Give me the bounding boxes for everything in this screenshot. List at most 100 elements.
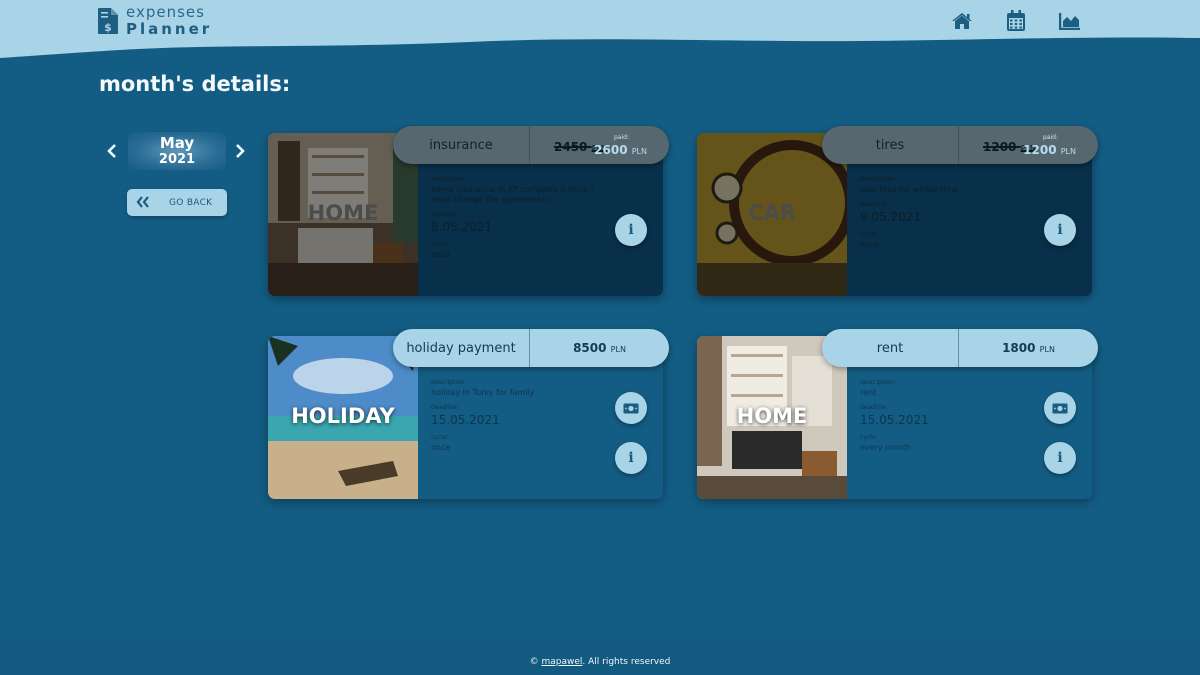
- month-name: May: [159, 134, 195, 152]
- expense-details: description: new tires for winter-time d…: [860, 175, 1040, 255]
- page-title: month's details:: [99, 72, 291, 96]
- month-year: 2021: [158, 152, 196, 167]
- logo-title-line2: Planner: [126, 20, 213, 38]
- paid-amount: 2600: [594, 143, 628, 157]
- app-logo[interactable]: $ expenses Planner: [98, 4, 212, 38]
- description-label: description:: [431, 176, 467, 183]
- description-value: rent: [860, 388, 877, 397]
- month-picker: May 2021: [102, 128, 252, 174]
- pay-button[interactable]: [1044, 392, 1076, 424]
- deadline-label: deadline:: [431, 211, 459, 218]
- currency: PLN: [631, 147, 647, 156]
- deadline-label: deadline:: [431, 404, 459, 411]
- expense-amount-pill: holiday payment 8500 PLN: [393, 329, 669, 367]
- expense-amount-pill: insurance 2450 PLN paid: 2600 PLN: [393, 126, 669, 164]
- info-icon: i: [628, 222, 634, 238]
- expense-amount-pill: tires 1200 PLN paid: 1200 PLN: [822, 126, 1098, 164]
- info-button[interactable]: i: [615, 442, 647, 474]
- expense-details: description: holiday in Turky for family…: [431, 378, 611, 458]
- chart-icon: [1059, 13, 1080, 30]
- paid-amount-wrap: 1200 PLN: [1023, 143, 1076, 157]
- cycle-value: every month: [860, 443, 912, 452]
- nav-chart-button[interactable]: [1056, 8, 1084, 34]
- expense-card: HOME rent 1800 PLN description: rent dea…: [697, 329, 1098, 499]
- copyright-symbol: ©: [529, 657, 539, 667]
- cycle-value: once: [431, 250, 451, 259]
- amount-wrap: 8500 PLN: [530, 341, 669, 355]
- go-back-button[interactable]: GO BACK: [127, 189, 227, 216]
- cycle-label: cycle:: [860, 434, 878, 441]
- chevron-left-icon: [107, 144, 116, 158]
- description-label: description:: [860, 379, 896, 386]
- calendar-icon: [1007, 10, 1025, 31]
- planned-amount: 2450: [554, 140, 588, 154]
- category-label: HOME: [736, 404, 808, 428]
- previous-month-button[interactable]: [104, 142, 120, 160]
- info-button[interactable]: i: [615, 214, 647, 246]
- paid-amount-wrap: 2600 PLN: [594, 143, 647, 157]
- info-icon: i: [628, 450, 634, 466]
- invoice-dollar-icon: $: [98, 8, 118, 34]
- expense-name: insurance: [393, 126, 530, 164]
- deadline-label: deadline:: [860, 201, 888, 208]
- description-value: home insuracne in XY company (I think I …: [431, 185, 594, 204]
- category-label: HOLIDAY: [291, 404, 395, 428]
- expense-card: HOME insurance 2450 PLN paid: 2600 PLN d…: [268, 126, 669, 296]
- description-label: description:: [860, 176, 896, 183]
- deadline-value: 15.05.2021: [860, 413, 929, 427]
- expense-card: CAR tires 1200 PLN paid: 1200 PLN descri…: [697, 126, 1098, 296]
- paid-label: paid:: [614, 134, 629, 141]
- currency: PLN: [1060, 147, 1076, 156]
- planned-amount: 1800: [1002, 341, 1036, 355]
- expense-details: description: rent deadline: 15.05.2021 c…: [860, 378, 1040, 458]
- amount-wrap: 1800 PLN: [959, 341, 1098, 355]
- description-value: new tires for winter-time: [860, 185, 959, 194]
- category-label: HOME: [307, 201, 379, 225]
- category-label: CAR: [748, 201, 796, 225]
- info-icon: i: [1057, 450, 1063, 466]
- info-icon: i: [1057, 222, 1063, 238]
- nav-home-button[interactable]: [948, 8, 976, 34]
- author-link[interactable]: mapawel: [541, 657, 582, 667]
- rights-text: . All rights reserved: [582, 657, 671, 667]
- next-month-button[interactable]: [232, 142, 248, 160]
- expense-name: holiday payment: [393, 329, 530, 367]
- cycle-value: once: [431, 443, 451, 452]
- money-bill-icon: [1052, 403, 1068, 413]
- expense-name: rent: [822, 329, 959, 367]
- paid-label: paid:: [1043, 134, 1058, 141]
- cycle-label: cycle:: [431, 241, 449, 248]
- deadline-value: 15.05.2021: [431, 413, 500, 427]
- currency: PLN: [1039, 345, 1055, 354]
- footer: © mapawel. All rights reserved: [0, 640, 1200, 675]
- planned-amount: 1200: [983, 140, 1017, 154]
- description-label: description:: [431, 379, 467, 386]
- info-button[interactable]: i: [1044, 442, 1076, 474]
- expense-amount-pill: rent 1800 PLN: [822, 329, 1098, 367]
- chevron-right-icon: [236, 144, 245, 158]
- expense-card: HOLIDAY holiday payment 8500 PLN descrip…: [268, 329, 669, 499]
- main-nav: [948, 8, 1084, 34]
- month-display: May 2021: [128, 132, 226, 170]
- paid-amount: 1200: [1023, 143, 1057, 157]
- planned-amount: 8500: [573, 341, 607, 355]
- go-back-label: GO BACK: [169, 198, 213, 208]
- expense-name: tires: [822, 126, 959, 164]
- pay-button[interactable]: [615, 392, 647, 424]
- deadline-value: 8.05.2021: [431, 220, 493, 234]
- nav-calendar-button[interactable]: [1002, 8, 1030, 34]
- currency: PLN: [610, 345, 626, 354]
- cycle-label: cycle:: [860, 231, 878, 238]
- money-bill-icon: [623, 403, 639, 413]
- home-icon: [952, 13, 972, 29]
- double-chevron-left-icon: [136, 196, 149, 208]
- logo-title-line1: expenses: [126, 3, 205, 21]
- expense-details: description: home insuracne in XY compan…: [431, 175, 611, 265]
- svg-text:$: $: [104, 21, 112, 34]
- description-value: holiday in Turky for family: [431, 388, 535, 397]
- cycle-value: once: [860, 240, 880, 249]
- info-button[interactable]: i: [1044, 214, 1076, 246]
- header: $ expenses Planner: [0, 0, 1200, 60]
- deadline-label: deadline:: [860, 404, 888, 411]
- deadline-value: 9.05.2021: [860, 210, 922, 224]
